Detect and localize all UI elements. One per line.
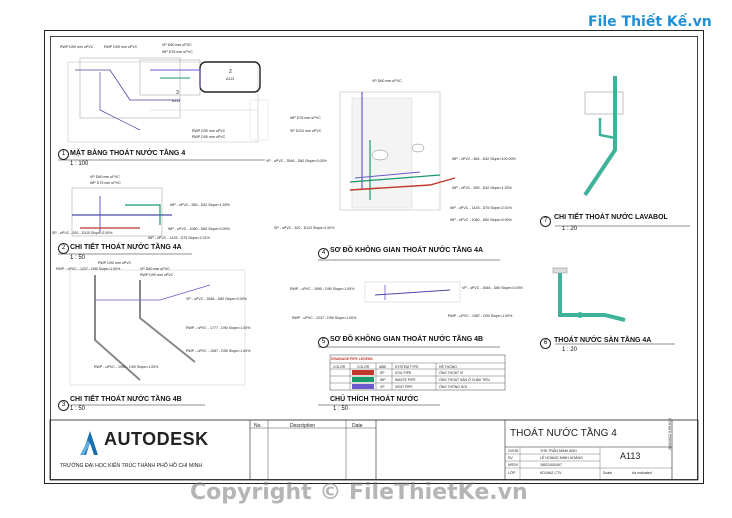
pipe-label: WP D75 mm uPVC [162,50,193,54]
legend-header: COLOR [357,365,370,369]
pipe-label: RWP D90 mm uPVC [104,45,138,49]
view-3-detail-4b [58,269,246,406]
legend-header: SYSTEM TYPE [395,365,419,369]
pipe-label: RWP - uPVC - 1990 - D90 Slope=1.00% [290,287,355,291]
view-3-number: 3 [58,400,69,411]
sheet-number: A113 [620,451,641,461]
section-tag: 3 [176,90,179,96]
legend-system: WASTE PIPE [395,378,416,382]
legend-header: ABB [379,365,386,369]
view-2-title: CHI TIẾT THOÁT NƯỚC TẦNG 4A [70,244,182,251]
tb-value: LÊ HOÀNG MINH HOÀNG [540,456,583,460]
tb-key: SV [508,456,513,460]
pipe-label: RWP - uPVC - 1087 - D90 Slope=1.00% [448,314,513,318]
view-6-floor-drain [552,267,675,345]
view-6-title: THOÁT NƯỚC SÀN TẦNG 4A [554,337,652,344]
view-2-scale: 1 : 50 [70,255,86,261]
view-4-number: 4 [318,248,329,259]
view-7-lavabo [555,76,690,227]
pipe-label: WP - uPVC - 1425 - D75 Slope=2.01% [450,206,512,210]
pipe-label: WP - uPVC - 664 - D42 Slope=100.00% [452,157,516,161]
view-1-title: MẶT BẰNG THOÁT NƯỚC TẦNG 4 [70,150,186,157]
school-name: TRƯỜNG ĐẠI HỌC KIẾN TRÚC THÀNH PHỐ HỒ CH… [60,463,203,469]
view-7-number: 7 [540,216,551,227]
rev-header-date: Date [352,423,363,429]
autodesk-logo: AUTODESK [104,429,209,449]
rev-header-description: Description [290,423,316,429]
view-6-scale: 1 : 20 [562,347,578,353]
pipe-label: WP - uPVC - 1425 - D75 Slope=2.01% [148,236,210,240]
section-tag: A113 [172,99,181,103]
view-1-floor-plan [58,57,269,161]
legend-view-title: CHÚ THÍCH THOÁT NƯỚC [330,396,419,403]
pipe-label: VP - uPVC - 3546 - D60 Slope=0.00% [186,297,247,301]
legend-abb: SP [380,371,385,375]
section-tag: A113 [226,77,235,81]
pipe-label: VP D60 mm uPVC [90,175,120,179]
pipe-label: SP D110 mm uPVC [290,129,322,133]
legend-vn: ỐNG THOÁT SÀN Ở CHẬU TIỂU [439,378,490,382]
tb-key: LỚP [508,471,516,475]
pipe-label: RWP - uPVC - 1237 - D90 Slope=1.00% [56,267,121,271]
pipe-label: RWP - uPVC - 1237 - D90 Slope=1.00% [292,316,357,320]
legend-header: HỆ THỐNG [439,365,457,369]
section-tag: 2 [229,69,232,75]
view-7-scale: 1 : 20 [562,226,578,232]
pipe-label: RWP D90 mm uPVC [60,45,94,49]
pipe-label: RWP D90 mm uPVC [192,135,226,139]
pipe-label: VP D60 mm uPVC [162,43,192,47]
scale-label: Scale [603,471,612,475]
legend-vn: ỐNG THÔNG HƠI [439,385,468,389]
view-6-number: 6 [540,338,551,349]
view-1-number: 1 [58,149,69,160]
tb-value: KD19A2 CTV [540,471,562,475]
pipe-label: WP - uPVC - 559 - D42 Slope=1.53% [452,186,512,190]
legend-system: VENT PIPE [395,385,413,389]
pipe-label: VP - uPVC - 3546 - D60 Slope=0.00% [266,159,327,163]
view-3-scale: 1 : 50 [70,406,86,412]
pipe-label: RWP - uPVC - 1990 - D90 Slope=1.00% [94,365,159,369]
rev-header-no: No. [254,423,262,429]
legend-vn: ỐNG THOÁT XÍ [439,371,464,375]
pipe-label: RWP D90 mm uPVC [98,261,132,265]
tb-value: 18521000497 [540,463,562,467]
view-2-number: 2 [58,243,69,254]
pipe-label: RWP - uPVC - 1777 - D90 Slope=1.00% [186,326,251,330]
pipe-label: SP - uPVC - 520 - D110 Slope=2.00% [52,231,113,235]
copyright-watermark: Copyright © FileThietKe.vn [190,480,528,505]
pipe-label: WP - uPVC - 559 - D42 Slope=1.53% [170,203,230,207]
pipe-label: WP D75 mm uPVC [290,116,321,120]
pipe-label: WP - uPVC - 1080 - D60 Slope=0.00% [450,218,512,222]
view-4-isometric-4a [318,91,500,261]
pipe-label: WP D75 mm uPVC [90,181,121,185]
legend-system: SOIL PIPE [395,371,412,375]
view-3-title: CHI TIẾT THOÁT NƯỚC TẦNG 4B [70,396,182,403]
tb-key: GVHD [508,449,519,453]
view-5-number: 5 [318,337,329,348]
tb-value: THS.TRẦN MINH ANH [540,449,577,453]
pipe-label: VP D60 mm uPVC [140,267,170,271]
view-1-scale: 1 : 100 [70,161,89,167]
legend-view-scale: 1 : 50 [333,406,349,412]
sheet-title: THOÁT NƯỚC TẦNG 4 [510,428,617,439]
pipe-label: WP - uPVC - 1080 - D60 Slope=0.00% [168,227,230,231]
pipe-label: RWP D90 mm uPVC [140,273,174,277]
view-4-title: SƠ ĐỒ KHÔNG GIAN THOÁT NƯỚC TẦNG 4A [330,247,484,254]
legend-abb: VP [380,385,385,389]
pipe-label: SP - uPVC - 520 - D110 Slope=2.00% [274,226,335,230]
print-date: 28/8/2022 9:59:01 1 [668,418,672,450]
tb-key: MSSV [508,463,519,467]
view-7-title: CHI TIẾT THOÁT NƯỚC LAVABOL [554,214,668,221]
pipe-label: VP D60 mm uPVC [372,79,402,83]
pipe-label: RWP D90 mm uPVC [192,129,226,133]
legend-abb: WP [380,378,386,382]
legend-header: COLOR [333,365,346,369]
view-5-title: SƠ ĐỒ KHÔNG GIAN THOÁT NƯỚC TẦNG 4B [330,336,484,343]
legend-title: DRAINAGE PIPE LEGEND [331,357,373,361]
scale-value: As indicated [632,471,652,475]
pipe-label: RWP - uPVC - 1087 - D90 Slope=1.00% [186,349,251,353]
pipe-label: VP - uPVC - 3546 - D60 Slope=0.00% [462,286,523,290]
